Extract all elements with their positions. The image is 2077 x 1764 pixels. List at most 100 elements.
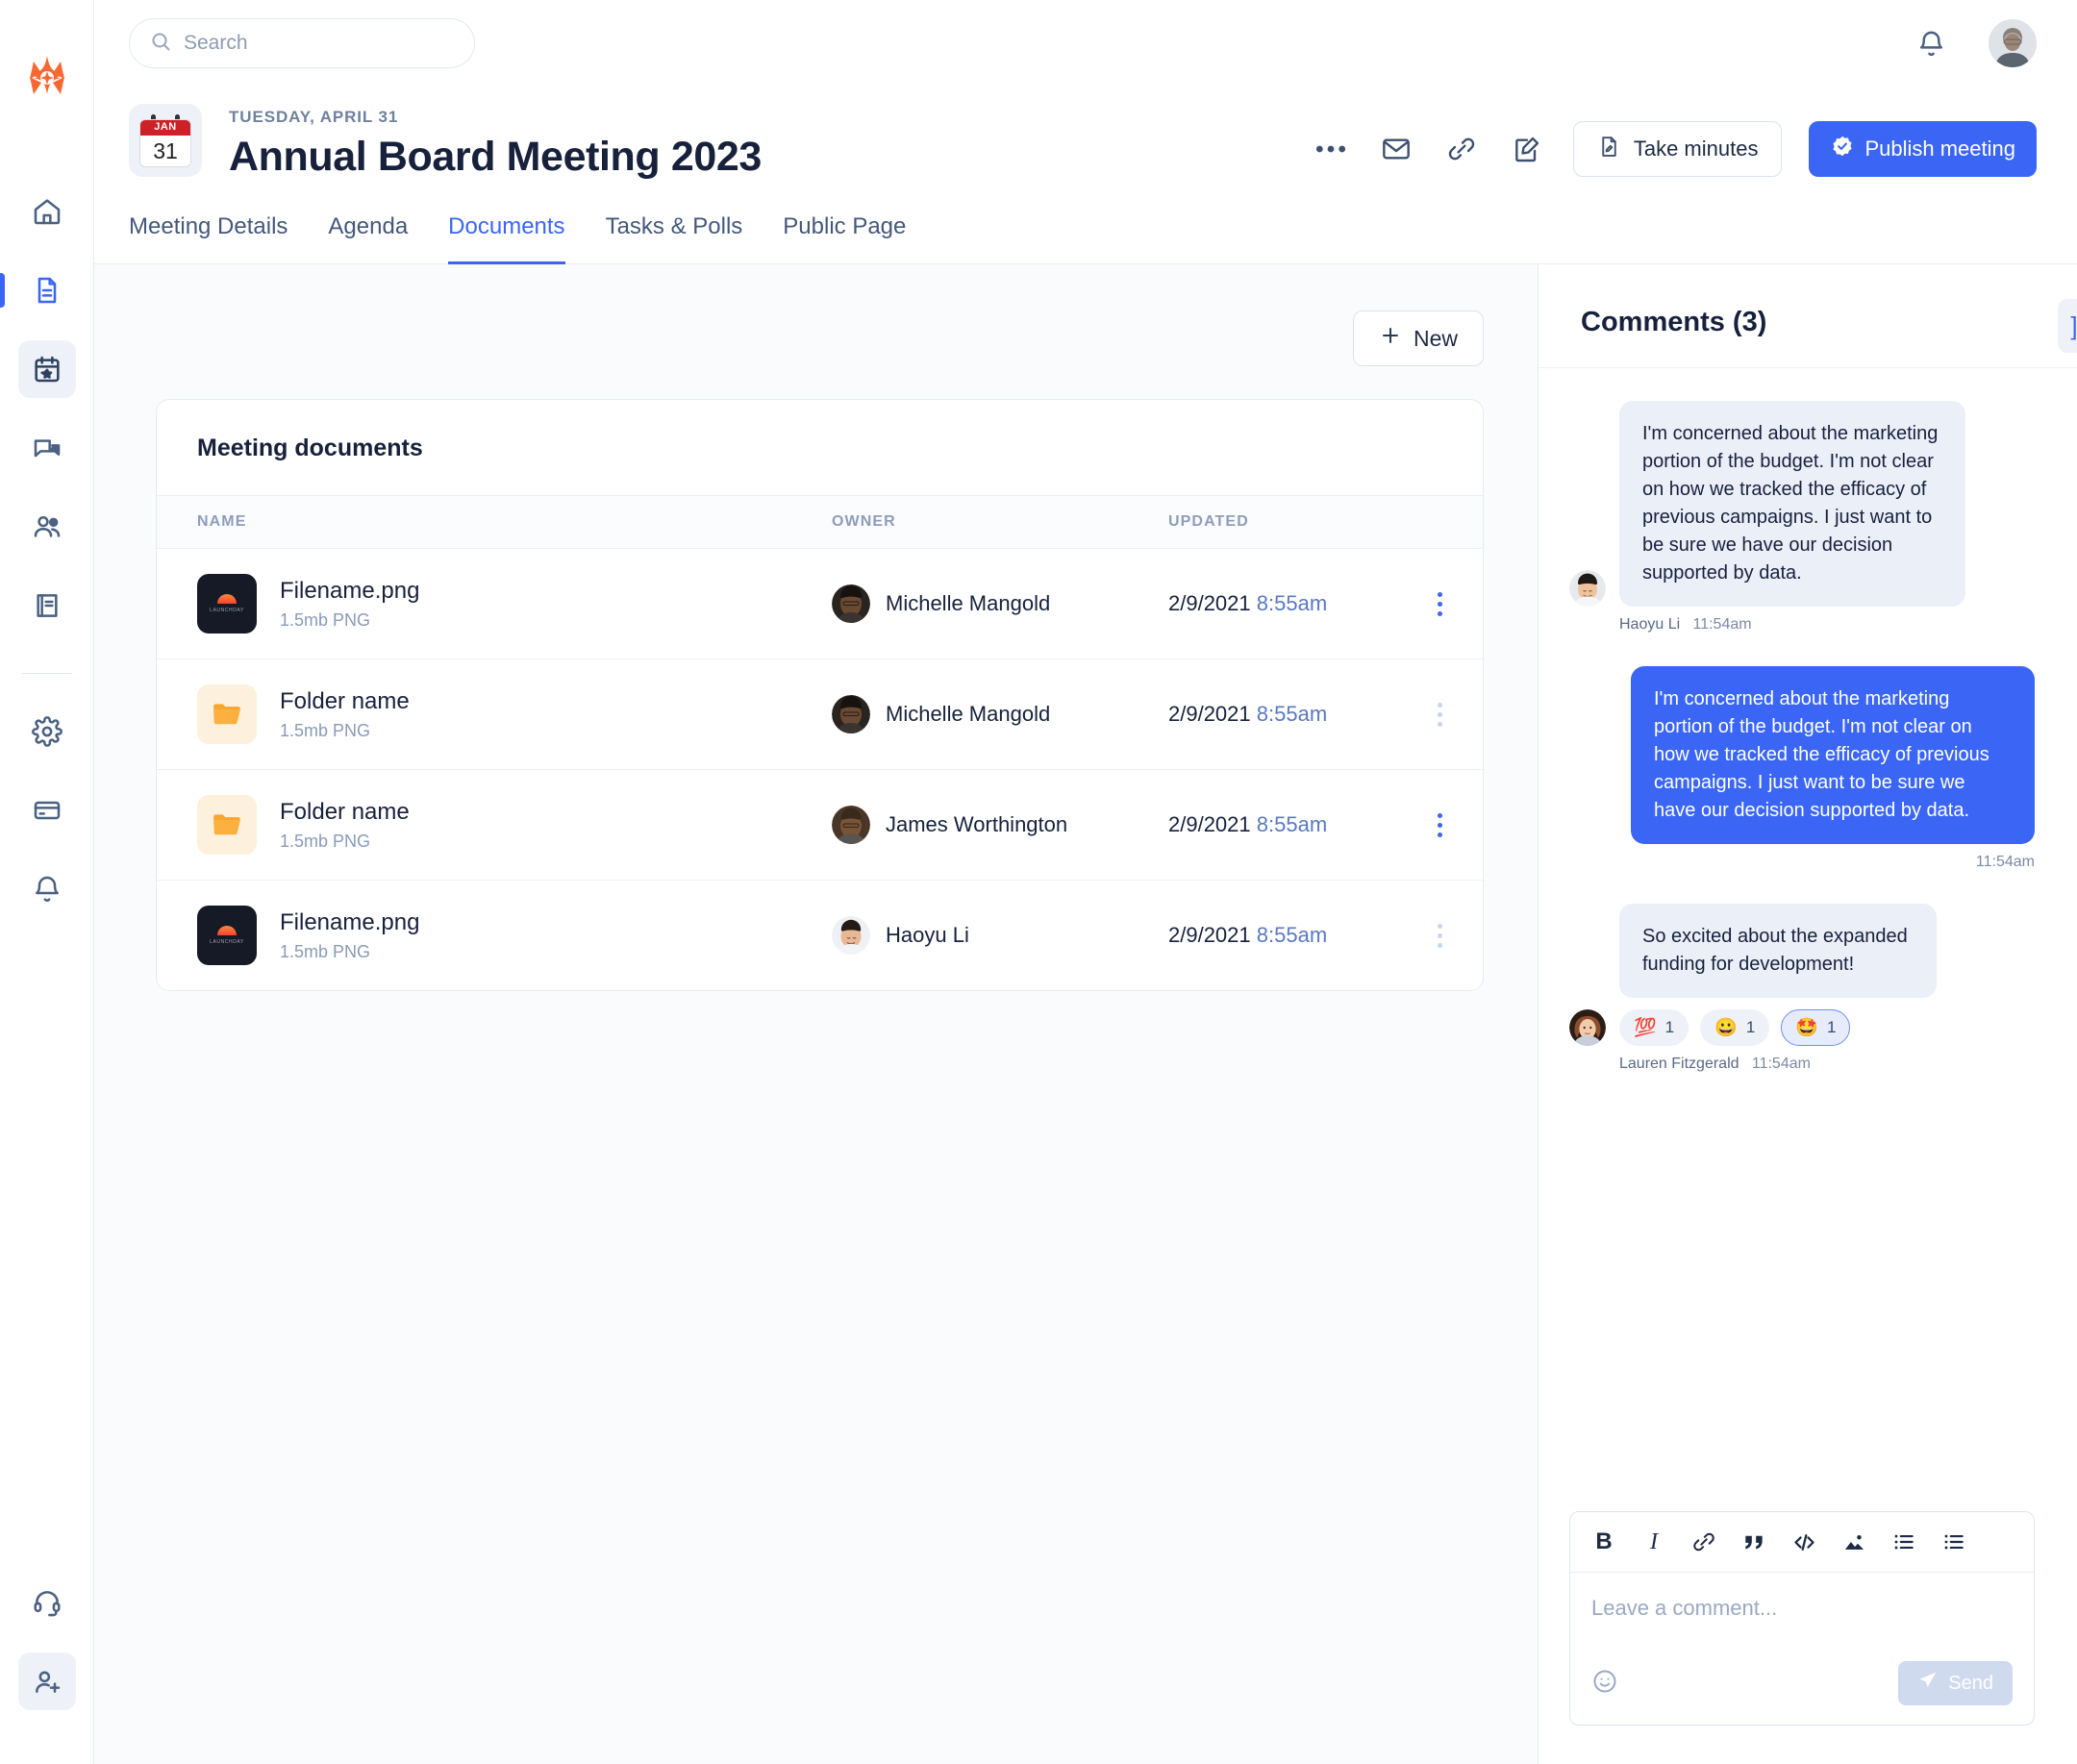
publish-meeting-button[interactable]: Publish meeting — [1809, 121, 2037, 177]
file-meta: 1.5mb PNG — [280, 831, 371, 851]
reaction-count: 1 — [1745, 1018, 1756, 1036]
sidebar-item-library[interactable] — [18, 577, 76, 634]
file-name: Folder name — [280, 687, 410, 714]
row-menu-button[interactable] — [1385, 812, 1442, 837]
updated-date: 2/9/2021 — [1168, 812, 1251, 836]
bullet-list-icon[interactable] — [1889, 1528, 1918, 1556]
updated-cell: 2/9/2021 8:55am — [1168, 812, 1385, 837]
take-minutes-button[interactable]: Take minutes — [1572, 121, 1783, 177]
meeting-actions: Take minutes Publish meeting — [1312, 104, 2037, 177]
owner-avatar — [832, 916, 870, 955]
comment-text: I'm concerned about the marketing portio… — [1631, 666, 2035, 844]
owner-cell: Michelle Mangold — [832, 584, 1168, 623]
meeting-header: JAN 31 TUESDAY, APRIL 31 Annual Board Me… — [94, 87, 2077, 181]
comment-author: Haoyu Li — [1619, 616, 1681, 633]
comment-body: I'm concerned about the marketing portio… — [1631, 666, 2035, 871]
quote-icon[interactable] — [1739, 1528, 1768, 1556]
owner-avatar — [832, 695, 870, 733]
kebab-menu-icon — [1438, 591, 1442, 616]
row-menu-button[interactable] — [1385, 923, 1442, 948]
comment-avatar — [1569, 1009, 1606, 1046]
row-menu-button[interactable] — [1385, 591, 1442, 616]
sidebar-item-people[interactable] — [18, 498, 76, 556]
folder-icon — [197, 795, 257, 855]
owner-name: James Worthington — [886, 812, 1068, 836]
sidebar-item-home[interactable] — [18, 183, 76, 240]
documents-toolbar: New — [156, 311, 1484, 366]
main-region: Search JAN 31 TUESDAY, APRIL 31 Annual B… — [94, 0, 2077, 1764]
plus-icon — [1379, 324, 1402, 353]
file-cell: LAUNCHDAY Filename.png 1.5mb PNG — [197, 906, 832, 965]
bell-icon[interactable] — [1912, 24, 1950, 62]
table-row[interactable]: Folder name 1.5mb PNG Michelle Mangold 2… — [157, 659, 1483, 770]
sidebar-item-billing[interactable] — [18, 782, 76, 839]
new-button[interactable]: New — [1352, 311, 1484, 366]
comment-meta: 11:54am — [1631, 854, 2035, 871]
table-row[interactable]: LAUNCHDAY Filename.png 1.5mb PNG Michell… — [157, 549, 1483, 659]
owner-name: Michelle Mangold — [886, 702, 1051, 726]
link-icon[interactable] — [1689, 1528, 1718, 1556]
image-icon[interactable] — [1839, 1528, 1868, 1556]
bold-icon[interactable]: B — [1589, 1528, 1618, 1556]
tab-tasks-polls[interactable]: Tasks & Polls — [606, 213, 743, 264]
column-header-owner: OWNER — [832, 513, 896, 530]
owner-cell: James Worthington — [832, 806, 1168, 844]
comments-pane: Comments (3) ] I'm concerned about the m… — [1539, 264, 2077, 1764]
emoji-icon[interactable] — [1591, 1668, 1618, 1700]
comment-body: So excited about the expanded funding fo… — [1619, 904, 1937, 1073]
comment-input-placeholder: Leave a comment... — [1591, 1596, 1778, 1620]
table-row[interactable]: Folder name 1.5mb PNG James Worthington … — [157, 770, 1483, 881]
reaction-emoji: 🤩 — [1795, 1018, 1818, 1038]
avatar[interactable] — [1989, 19, 2037, 67]
send-button[interactable]: Send — [1898, 1661, 2013, 1705]
envelope-icon[interactable] — [1377, 130, 1415, 168]
sidebar-item-meetings[interactable] — [17, 340, 76, 398]
file-meta: 1.5mb PNG — [280, 609, 371, 630]
reaction-chip-selected[interactable]: 🤩 1 — [1781, 1009, 1851, 1046]
search-input[interactable]: Search — [129, 18, 475, 68]
reaction-count: 1 — [1826, 1018, 1837, 1036]
reaction-chip[interactable]: 😀 1 — [1700, 1009, 1770, 1046]
app-logo[interactable] — [20, 54, 74, 108]
thumbnail-watermark: LAUNCHDAY — [210, 608, 244, 613]
top-bar-right — [1912, 19, 2037, 67]
composer-toolbar: B I — [1570, 1512, 2034, 1573]
owner-cell: Haoyu Li — [832, 916, 1168, 955]
send-icon — [1917, 1670, 1939, 1697]
tab-documents[interactable]: Documents — [448, 213, 565, 264]
comment-input[interactable]: Leave a comment... — [1570, 1573, 2034, 1661]
tab-agenda[interactable]: Agenda — [328, 213, 408, 264]
sidebar-item-invite[interactable] — [17, 1652, 76, 1710]
owner-name: Michelle Mangold — [886, 591, 1051, 615]
sidebar-item-settings[interactable] — [18, 703, 76, 760]
collapse-panel-icon[interactable]: ] — [2058, 299, 2077, 353]
meeting-date-label: TUESDAY, APRIL 31 — [229, 108, 399, 126]
edit-icon[interactable] — [1508, 130, 1546, 168]
sidebar-item-support[interactable] — [18, 1574, 76, 1631]
reaction-chip[interactable]: 💯 1 — [1619, 1009, 1689, 1046]
code-icon[interactable] — [1789, 1528, 1818, 1556]
sidebar-item-documents[interactable] — [0, 261, 76, 319]
tab-public-page[interactable]: Public Page — [783, 213, 906, 264]
meeting-title-block: TUESDAY, APRIL 31 Annual Board Meeting 2… — [229, 104, 762, 181]
search-icon — [149, 30, 172, 58]
top-bar: Search — [94, 0, 2077, 87]
updated-date: 2/9/2021 — [1168, 591, 1251, 615]
sidebar-item-messages[interactable] — [18, 419, 76, 477]
italic-icon[interactable]: I — [1639, 1528, 1668, 1556]
new-button-label: New — [1413, 325, 1458, 351]
link-icon[interactable] — [1442, 130, 1481, 168]
row-menu-button[interactable] — [1385, 702, 1442, 727]
calendar-month: JAN — [154, 121, 177, 133]
kebab-menu-icon — [1438, 702, 1442, 727]
table-row[interactable]: LAUNCHDAY Filename.png 1.5mb PNG Haoyu L… — [157, 881, 1483, 990]
more-horizontal-icon[interactable] — [1312, 130, 1350, 168]
sidebar-item-notifications[interactable] — [18, 860, 76, 918]
owner-avatar — [832, 584, 870, 623]
comment-avatar — [1569, 570, 1606, 607]
tab-meeting-details[interactable]: Meeting Details — [129, 213, 288, 264]
ordered-list-icon[interactable] — [1939, 1528, 1968, 1556]
comments-title: Comments (3) — [1581, 307, 1767, 337]
reaction-count: 1 — [1664, 1018, 1675, 1036]
meeting-documents-card: Meeting documents NAME OWNER UPDATED LAU… — [156, 399, 1484, 991]
